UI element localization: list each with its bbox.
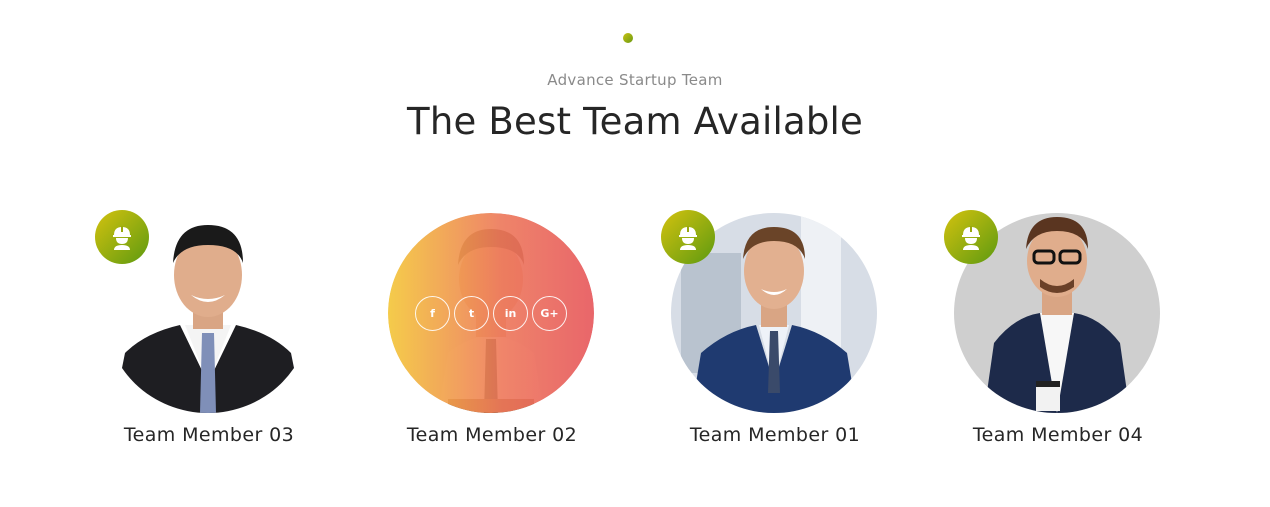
section-decoration-dot: [623, 33, 633, 43]
member-photo: f t in G+: [388, 213, 594, 413]
team-member-card[interactable]: Team Member 03: [59, 210, 319, 460]
section-title: The Best Team Available: [407, 100, 863, 143]
team-member-card[interactable]: Team Member 04: [908, 210, 1168, 460]
twitter-icon[interactable]: t: [454, 295, 489, 331]
member-name[interactable]: Team Member 01: [625, 424, 925, 446]
linkedin-icon[interactable]: in: [493, 295, 528, 331]
worker-helmet-icon: [944, 210, 998, 264]
member-name[interactable]: Team Member 03: [59, 424, 359, 446]
team-member-card[interactable]: Team Member 01: [625, 210, 885, 460]
section-subtitle: Advance Startup Team: [547, 71, 723, 89]
google-plus-icon[interactable]: G+: [532, 295, 567, 331]
worker-helmet-icon: [95, 210, 149, 264]
facebook-icon[interactable]: f: [415, 295, 450, 331]
member-name[interactable]: Team Member 04: [908, 424, 1208, 446]
member-name[interactable]: Team Member 02: [342, 424, 642, 446]
worker-helmet-icon: [661, 210, 715, 264]
social-overlay: f t in G+: [388, 213, 594, 413]
team-member-card[interactable]: f t in G+ Team Member 02: [342, 210, 602, 460]
